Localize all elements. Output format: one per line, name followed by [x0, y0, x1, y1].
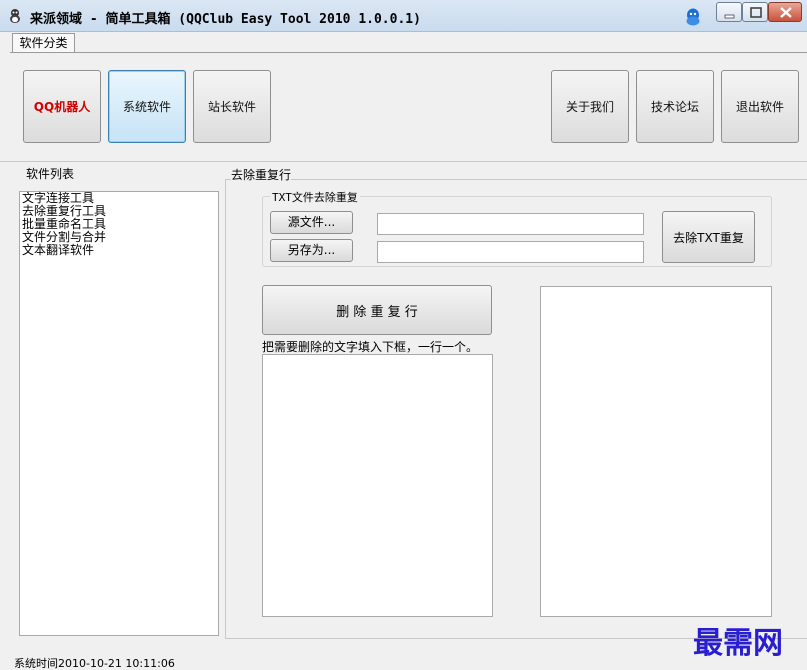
qq-robot-button[interactable]: QQ机器人 — [23, 70, 101, 143]
tech-forum-button[interactable]: 技术论坛 — [636, 70, 714, 143]
software-listbox[interactable]: 文字连接工具 去除重复行工具 批量重命名工具 文件分割与合并 文本翻译软件 — [19, 191, 219, 636]
minimize-button[interactable] — [716, 2, 742, 22]
window-title: 来派领域 - 简单工具箱 (QQClub Easy Tool 2010 1.0.… — [30, 12, 421, 27]
list-item[interactable]: 文本翻译软件 — [20, 244, 218, 257]
qq-icon[interactable] — [685, 8, 701, 26]
input-textarea[interactable] — [262, 354, 493, 617]
app-icon — [10, 9, 20, 23]
about-us-button[interactable]: 关于我们 — [551, 70, 629, 143]
close-icon — [780, 7, 792, 18]
delete-duplicate-lines-button[interactable]: 删 除 重 复 行 — [262, 285, 492, 335]
dedupe-title: 去除重复行 — [231, 166, 292, 183]
watermark-logo: 最需网 — [693, 626, 783, 661]
webmaster-software-button[interactable]: 站长软件 — [193, 70, 271, 143]
output-textarea[interactable] — [540, 286, 772, 617]
software-list-title: 软件列表 — [26, 165, 75, 182]
source-file-input[interactable] — [377, 213, 644, 235]
divider — [0, 161, 807, 162]
system-software-button[interactable]: 系统软件 — [108, 70, 186, 143]
status-bar: 系统时间2010-10-21 10:11:06 — [14, 657, 175, 670]
maximize-icon — [750, 7, 762, 18]
remove-txt-duplicates-button[interactable]: 去除TXT重复 — [662, 211, 755, 263]
exit-button[interactable]: 退出软件 — [721, 70, 799, 143]
input-hint: 把需要删除的文字填入下框，一行一个。 — [262, 340, 479, 354]
save-as-input[interactable] — [377, 241, 644, 263]
txt-group-title: TXT文件去除重复 — [270, 189, 360, 205]
close-button[interactable] — [768, 2, 802, 22]
minimize-icon — [724, 14, 735, 19]
title-bar: 来派领域 - 简单工具箱 (QQClub Easy Tool 2010 1.0.… — [0, 0, 807, 32]
source-file-button[interactable]: 源文件... — [270, 211, 353, 234]
save-as-button[interactable]: 另存为... — [270, 239, 353, 262]
tab-software-category[interactable]: 软件分类 — [12, 33, 75, 53]
maximize-button[interactable] — [742, 2, 768, 22]
